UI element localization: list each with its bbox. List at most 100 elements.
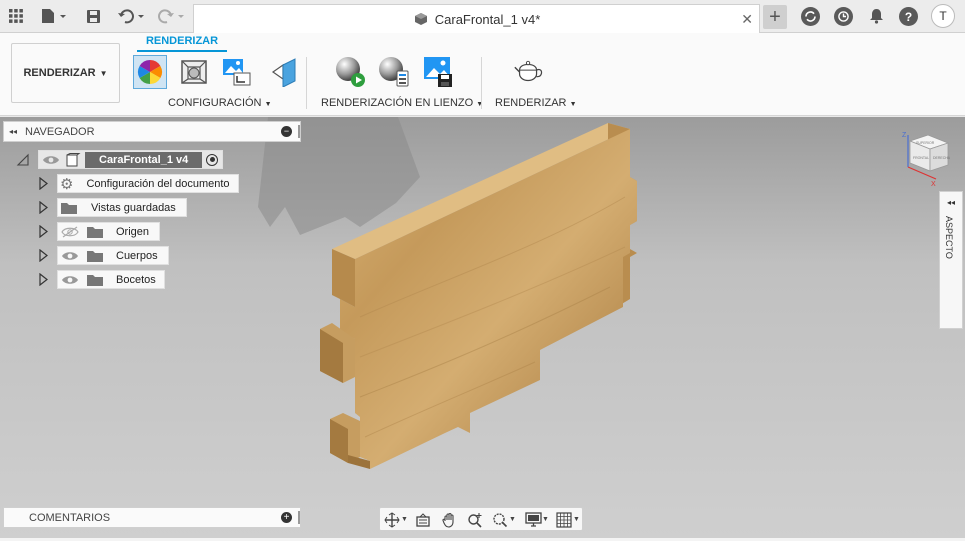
add-comment-icon[interactable]: + [281, 512, 292, 523]
group-canvas-render[interactable]: RENDERIZACIÓN EN LIENZO ▼ [321, 97, 483, 109]
gear-icon: ⚙ [60, 175, 74, 193]
folder-icon [61, 202, 77, 214]
title-bar: CaraFrontal_1 v4* ✕ + ? T [0, 0, 965, 33]
decal-button[interactable] [266, 55, 300, 89]
appearance-tool-button[interactable] [133, 55, 167, 89]
canvas-render-button[interactable] [333, 55, 367, 89]
navigator-item-label: Vistas guardadas [91, 201, 176, 214]
render-button[interactable] [512, 55, 546, 89]
folder-icon [87, 250, 103, 262]
viewcube-front-face: FRONTAL [913, 156, 929, 160]
capture-image-icon [424, 57, 452, 87]
grid-settings-icon[interactable] [555, 511, 573, 528]
chevron-down-icon: ▼ [99, 68, 108, 78]
navigator-item[interactable]: Bocetos [38, 270, 165, 289]
group-render-label: RENDERIZAR [495, 97, 567, 109]
view-cube[interactable]: Z X SUPERIOR FRONTAL DERECHA [898, 127, 954, 190]
decal-icon [271, 58, 296, 87]
expand-triangle-icon[interactable] [38, 249, 49, 262]
texture-map-button[interactable] [220, 55, 254, 89]
navigator-item[interactable]: Origen [38, 222, 161, 241]
navigator-item-label: Configuración del documento [86, 177, 230, 190]
document-tab[interactable]: CaraFrontal_1 v4* ✕ [193, 4, 760, 33]
zoom-icon[interactable] [466, 511, 484, 528]
workspace-label: RENDERIZAR [23, 67, 96, 79]
chevron-down-icon: ▼ [569, 101, 577, 108]
expand-triangle-icon[interactable] [38, 273, 49, 286]
folder-icon [87, 274, 103, 286]
viewcube-top-face: SUPERIOR [916, 141, 935, 145]
navigator-item-saved-views[interactable]: Vistas guardadas [57, 198, 187, 217]
group-render[interactable]: RENDERIZAR ▼ [495, 97, 577, 109]
navigator-item-label: Cuerpos [116, 249, 158, 262]
expand-triangle-icon[interactable] [16, 153, 30, 167]
expand-triangle-icon[interactable] [38, 201, 49, 214]
panel-grip[interactable] [298, 125, 300, 138]
navigator-root-row[interactable]: CaraFrontal_1 v4 [16, 150, 224, 169]
job-status-icon[interactable] [834, 7, 853, 26]
redo-icon[interactable] [156, 6, 188, 26]
eye-icon[interactable] [60, 273, 80, 287]
chevron-down-icon[interactable]: ▼ [541, 511, 550, 528]
orbit-icon[interactable] [383, 511, 401, 528]
navigator-item[interactable]: Cuerpos [38, 246, 169, 265]
root-node-label: CaraFrontal_1 v4 [85, 151, 203, 168]
chevron-down-icon[interactable]: ▼ [572, 511, 581, 528]
chevron-down-icon: ▼ [264, 101, 272, 108]
comments-header[interactable]: COMENTARIOS + [3, 507, 301, 528]
collapse-left-icon[interactable]: ◂◂ [947, 198, 955, 207]
group-canvas-render-label: RENDERIZACIÓN EN LIENZO [321, 97, 474, 109]
comments-title: COMENTARIOS [29, 511, 111, 524]
save-icon[interactable] [84, 6, 102, 26]
help-icon[interactable]: ? [899, 7, 918, 26]
look-at-icon[interactable] [414, 511, 432, 528]
render-settings-icon [379, 57, 409, 87]
display-settings-icon[interactable] [524, 511, 542, 528]
navigator-item[interactable]: ⚙ Configuración del documento [38, 174, 239, 193]
teapot-icon [514, 60, 543, 82]
activate-radio-icon[interactable] [206, 153, 219, 166]
notifications-bell-icon[interactable] [866, 6, 886, 26]
root-node[interactable]: CaraFrontal_1 v4 [38, 150, 224, 169]
panel-grip[interactable] [298, 511, 300, 524]
toolbar-ribbon: RENDERIZAR ▼ RENDERIZAR CONFIGURACIÓN ▼ … [0, 33, 965, 116]
navigator-item[interactable]: Vistas guardadas [38, 198, 187, 217]
minimize-navigator-icon[interactable]: − [281, 126, 292, 137]
expand-triangle-icon[interactable] [38, 177, 49, 190]
ribbon-divider [306, 57, 307, 109]
eye-icon[interactable] [60, 249, 80, 263]
capture-image-button[interactable] [421, 55, 455, 89]
workspace-switcher[interactable]: RENDERIZAR ▼ [11, 43, 120, 103]
navigator-item-sketches[interactable]: Bocetos [57, 270, 165, 289]
navigator-item-label: Origen [116, 225, 150, 238]
navigator-item-label: Bocetos [116, 273, 156, 286]
eye-icon[interactable] [41, 153, 61, 167]
app-grid-icon[interactable] [6, 6, 26, 26]
sync-icon[interactable] [801, 7, 820, 26]
scene-settings-button[interactable] [177, 55, 211, 89]
chevron-down-icon[interactable]: ▼ [400, 511, 409, 528]
texture-map-icon [223, 59, 251, 86]
aspect-panel[interactable]: ◂◂ ASPECTO [939, 191, 963, 329]
eye-hidden-icon[interactable] [60, 225, 80, 239]
component-icon [66, 152, 81, 166]
undo-icon[interactable] [116, 6, 148, 26]
pan-hand-icon[interactable] [440, 511, 458, 528]
canvas-render-settings-button[interactable] [377, 55, 411, 89]
navigator-item-origin[interactable]: Origen [57, 222, 161, 241]
collapse-panel-icon[interactable]: ◂◂ [9, 127, 17, 136]
group-configuration[interactable]: CONFIGURACIÓN ▼ [168, 97, 272, 109]
close-tab-icon[interactable]: ✕ [741, 11, 753, 28]
body-cube-icon [414, 13, 427, 25]
chevron-down-icon[interactable]: ▼ [508, 511, 517, 528]
new-tab-button[interactable]: + [763, 5, 787, 29]
user-avatar[interactable]: T [931, 4, 955, 28]
navigation-bar: ▼ ▼ ▼ ▼ [379, 507, 583, 531]
expand-triangle-icon[interactable] [38, 225, 49, 238]
file-menu-icon[interactable] [38, 6, 70, 26]
zoom-window-icon[interactable] [491, 511, 509, 528]
navigator-item-document-settings[interactable]: ⚙ Configuración del documento [57, 174, 239, 193]
navigator-item-bodies[interactable]: Cuerpos [57, 246, 169, 265]
tab-renderizar[interactable]: RENDERIZAR [137, 35, 227, 52]
aspect-panel-label: ASPECTO [944, 216, 954, 259]
